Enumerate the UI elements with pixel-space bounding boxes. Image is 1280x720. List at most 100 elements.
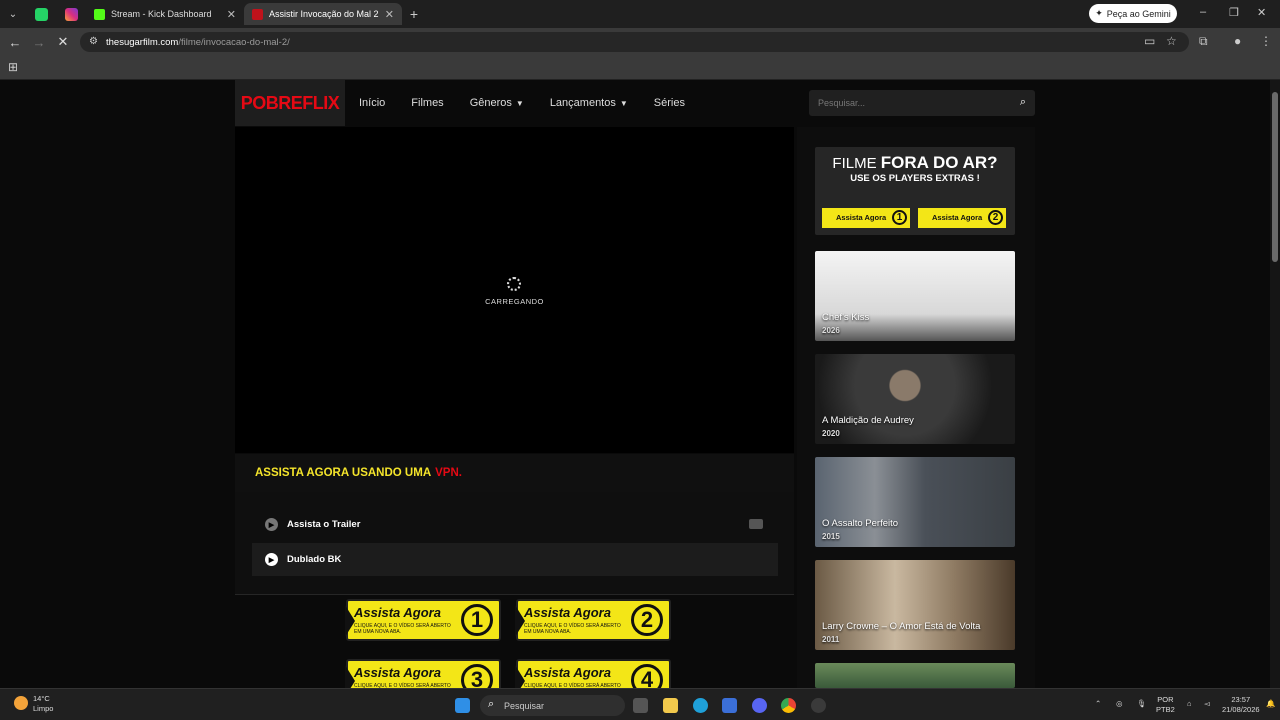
tab-title: Assistir Invocação do Mal 2 Onl [269, 9, 379, 19]
movie-card[interactable]: A Maldição de Audrey 2020 [815, 354, 1015, 444]
menu-inicio[interactable]: Início [359, 97, 385, 109]
search-placeholder: Pesquisar... [818, 98, 866, 108]
minimize-icon[interactable]: – [1200, 6, 1206, 18]
store-icon[interactable] [722, 698, 737, 713]
taskbar-search[interactable]: ⌕ Pesquisar [480, 695, 625, 716]
gemini-button[interactable]: ✦ Peça ao Gemini [1089, 4, 1177, 23]
weather-temp: 14°C [33, 694, 50, 703]
menu-generos-label: Gêneros [469, 97, 512, 109]
menu-generos[interactable]: Gêneros ▼ [470, 97, 524, 109]
url-host: thesugarfilm.com [106, 36, 179, 48]
kick-icon [94, 8, 105, 20]
maximize-icon[interactable]: ❐ [1229, 6, 1239, 19]
clock[interactable]: 23:57 21/08/2026 [1222, 695, 1260, 715]
profile-avatar[interactable]: ● [1234, 34, 1241, 48]
microphone-icon[interactable]: 🎙 [1137, 699, 1147, 709]
search-input[interactable]: Pesquisar... ⌕ [809, 90, 1035, 116]
edge-icon[interactable] [693, 698, 708, 713]
movie-title: O Assalto Perfeito [822, 518, 899, 529]
youtube-icon [749, 519, 763, 529]
option-trailer[interactable]: ▶ Assista o Trailer [252, 508, 778, 541]
menu-lancamentos[interactable]: Lançamentos ▼ [550, 97, 628, 109]
main-menu: Início Filmes Gêneros ▼ Lançamentos ▼ Séri… [359, 97, 685, 109]
new-tab-icon[interactable]: + [402, 6, 426, 22]
menu-series[interactable]: Séries [654, 97, 685, 109]
assista-agora-button-2[interactable]: Assista Agora CLIQUE AQUI, E O VÍDEO SER… [515, 599, 671, 641]
weather-moon-icon[interactable] [14, 696, 28, 710]
windows-taskbar: 14°C Limpo ⌕ Pesquisar ⌃ ◎ 🎙 POR PTB2 ⌂ … [0, 688, 1280, 720]
assista-agora-button-1[interactable]: Assista Agora CLIQUE AQUI, E O VÍDEO SER… [345, 599, 501, 641]
assist-label: Assista Agora [354, 665, 441, 680]
assist-number: 3 [461, 664, 493, 688]
movie-card[interactable] [815, 663, 1015, 688]
keyboard-language[interactable]: POR PTB2 [1156, 695, 1175, 715]
chrome-icon[interactable] [781, 698, 796, 713]
movie-card[interactable]: Chef's Kiss 2026 [815, 251, 1015, 341]
pinned-tab-whatsapp[interactable] [26, 3, 56, 25]
movie-year: 2011 [822, 635, 840, 644]
scrollbar-thumb[interactable] [1272, 92, 1278, 262]
page-scrollbar[interactable] [1270, 80, 1280, 688]
banner-title: FILME FORA DO AR? [815, 153, 1015, 173]
vpn-text: ASSISTA AGORA USANDO UMA [255, 467, 432, 479]
network-icon[interactable]: ⌂ [1187, 699, 1192, 709]
play-icon: ▶ [265, 553, 278, 566]
movie-card[interactable]: Larry Crowne – O Amor Está de Volta 2011 [815, 560, 1015, 650]
mini-label: Assista Agora [836, 213, 887, 222]
banner-title-a: FILME [832, 155, 877, 172]
close-tab-icon[interactable]: ✕ [227, 8, 236, 21]
close-tab-icon[interactable]: ✕ [385, 8, 394, 21]
tray-app-icon[interactable]: ◎ [1116, 699, 1123, 709]
extra-players-banner[interactable]: FILME FORA DO AR? USE OS PLAYERS EXTRAS … [815, 147, 1015, 235]
close-window-icon[interactable]: ✕ [1257, 6, 1266, 19]
volume-icon[interactable]: ◅ [1204, 699, 1210, 709]
movie-title: Chef's Kiss [822, 312, 870, 323]
bookmarks-bar: ⊞ [0, 56, 1280, 80]
tab-assistir[interactable]: Assistir Invocação do Mal 2 Onl ✕ [244, 3, 402, 25]
tab-title: Stream - Kick Dashboard [111, 9, 212, 19]
stop-loading-icon[interactable]: ✕ [51, 34, 75, 50]
option-label: Assista o Trailer [287, 519, 361, 530]
tab-kick-dashboard[interactable]: Stream - Kick Dashboard ✕ [86, 3, 244, 25]
extensions-icon[interactable]: ⧉ [1199, 34, 1208, 49]
browser-menu-icon[interactable]: ⋮ [1260, 34, 1272, 48]
banner-mini-button-2: Assista Agora 2 [918, 208, 1006, 228]
weather-widget[interactable]: 14°C Limpo [33, 694, 53, 714]
movie-card[interactable]: O Assalto Perfeito 2015 [815, 457, 1015, 547]
banner-subtitle: USE OS PLAYERS EXTRAS ! [850, 173, 980, 184]
extra-players: Assista Agora CLIQUE AQUI, E O VÍDEO SER… [235, 595, 794, 688]
app-icon[interactable] [811, 698, 826, 713]
site-logo[interactable]: POBREFLIX [235, 80, 345, 126]
start-windows-icon[interactable] [455, 698, 470, 713]
lang-line2: PTB2 [1156, 705, 1175, 714]
assista-agora-button-3[interactable]: Assista Agora CLIQUE AQUI, E O VÍDEO SER… [345, 659, 501, 688]
file-explorer-icon[interactable] [663, 698, 678, 713]
task-view-icon[interactable] [633, 698, 648, 713]
menu-filmes[interactable]: Filmes [411, 97, 443, 109]
assist-label: Assista Agora [524, 605, 611, 620]
notification-bell-icon[interactable]: 🔔 [1266, 699, 1275, 709]
option-dublado[interactable]: ▶ Dublado BK [252, 543, 778, 576]
gemini-label: Peça ao Gemini [1106, 8, 1171, 19]
search-icon[interactable]: ⌕ [1020, 96, 1026, 109]
movie-year: 2026 [822, 326, 840, 335]
gemini-sparkle-icon: ✦ [1095, 8, 1103, 18]
pinned-tab-instagram[interactable] [56, 3, 86, 25]
forward-icon[interactable]: → [27, 35, 51, 50]
url-bar[interactable]: ⚙ thesugarfilm.com/filme/invocacao-do-ma… [80, 32, 1189, 52]
video-player[interactable]: Carregando [235, 127, 794, 453]
install-app-icon[interactable]: ▭ [1144, 34, 1155, 48]
web-page: POBREFLIX Início Filmes Gêneros ▼ Lançame… [0, 80, 1270, 688]
back-icon[interactable]: ← [3, 35, 27, 50]
loading-text: Carregando [485, 297, 544, 306]
tab-search-icon[interactable]: ⌄ [0, 9, 26, 20]
tray-overflow-icon[interactable]: ⌃ [1095, 699, 1101, 709]
clock-date: 21/08/2026 [1222, 705, 1260, 714]
assista-agora-button-4[interactable]: Assista Agora CLIQUE AQUI, E O VÍDEO SER… [515, 659, 671, 688]
apps-grid-icon[interactable]: ⊞ [8, 60, 18, 74]
bookmark-star-icon[interactable]: ☆ [1166, 34, 1177, 48]
whatsapp-icon [34, 7, 48, 21]
movie-title: Larry Crowne – O Amor Está de Volta [822, 621, 981, 632]
site-info-icon[interactable]: ⚙ [89, 36, 98, 47]
discord-icon[interactable] [752, 698, 767, 713]
